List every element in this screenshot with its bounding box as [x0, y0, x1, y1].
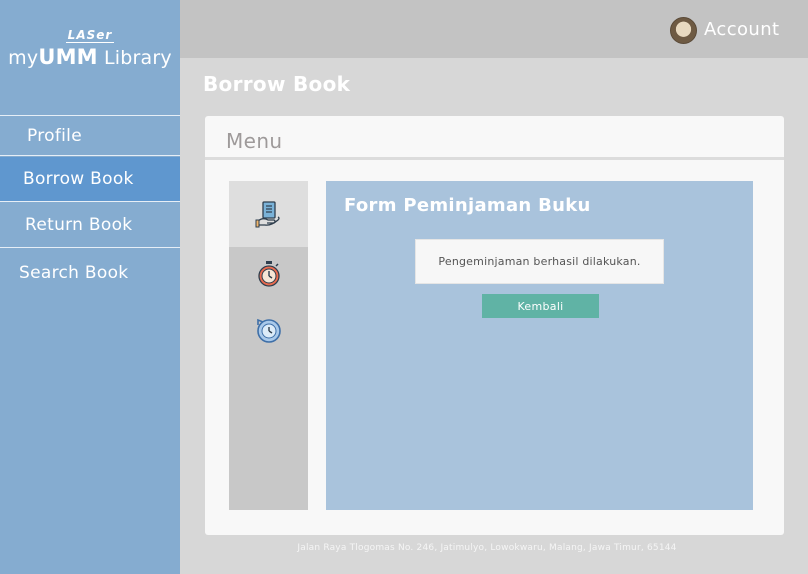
card-header: Menu: [205, 116, 784, 160]
logo-laser: LASer: [65, 28, 115, 43]
borrow-book-icon: [255, 201, 280, 228]
success-message: Pengeminjaman berhasil dilakukan.: [415, 239, 664, 284]
logo-bold: UMM: [38, 45, 98, 69]
sidebar-item-borrow-book[interactable]: Borrow Book: [0, 157, 180, 202]
card-title: Menu: [226, 129, 283, 153]
sidebar: LASer myUMM Library Profile Borrow Book …: [0, 0, 180, 574]
app-logo[interactable]: LASer myUMM Library: [0, 24, 180, 70]
menu-icon-panel: [229, 181, 308, 510]
sidebar-item-search-book[interactable]: Search Book: [0, 250, 180, 296]
logo-wordmark: myUMM Library: [0, 45, 180, 69]
sidebar-item-return-book[interactable]: Return Book: [0, 203, 180, 248]
page-title: Borrow Book: [203, 72, 351, 96]
logo-suffix: Library: [97, 47, 172, 69]
sidebar-item-label: Return Book: [25, 215, 133, 235]
borrow-form-panel: Form Peminjaman Buku Pengeminjaman berha…: [326, 181, 753, 510]
menu-history[interactable]: [229, 314, 308, 348]
top-bar: Account: [180, 0, 808, 58]
menu-borrow-book[interactable]: [229, 181, 308, 247]
back-button[interactable]: Kembali: [482, 294, 599, 318]
avatar[interactable]: [670, 17, 697, 44]
form-title: Form Peminjaman Buku: [344, 195, 591, 216]
sidebar-item-label: Search Book: [19, 263, 129, 283]
menu-timer[interactable]: [229, 257, 308, 291]
logo-prefix: my: [8, 47, 39, 69]
account-button[interactable]: Account: [704, 19, 779, 40]
footer-address: Jalan Raya Tlogomas No. 246, Jatimulyo, …: [297, 543, 677, 553]
sidebar-item-profile[interactable]: Profile: [0, 115, 180, 156]
history-icon: [256, 318, 281, 343]
sidebar-item-label: Profile: [27, 125, 82, 146]
stopwatch-icon: [257, 261, 280, 287]
sidebar-item-label: Borrow Book: [23, 169, 134, 189]
